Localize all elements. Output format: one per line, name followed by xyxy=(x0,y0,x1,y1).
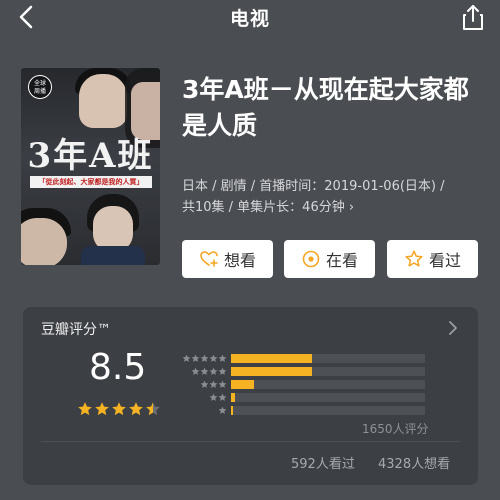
distribution-track xyxy=(231,393,425,402)
star-icon xyxy=(78,402,92,416)
rating-stars xyxy=(77,401,161,417)
poster-badge: 全球 周播 xyxy=(28,75,52,99)
star-icon xyxy=(218,367,227,375)
distribution-row xyxy=(173,353,433,365)
distribution-stars xyxy=(200,380,227,389)
watching-label: 在看 xyxy=(325,251,358,270)
distribution-row xyxy=(173,366,433,378)
distribution-track xyxy=(231,380,425,389)
share-icon xyxy=(463,5,483,30)
rating-source: 豆瓣评分™ xyxy=(41,322,111,338)
distribution-track xyxy=(231,406,425,415)
distribution-track xyxy=(231,367,425,376)
douban-rating-card[interactable]: 豆瓣评分™ 8.5 1650人评分 592人看过 4328人想看 xyxy=(23,307,478,485)
star-icon xyxy=(209,367,218,375)
share-button[interactable] xyxy=(458,2,488,32)
star-icon xyxy=(112,402,126,416)
poster-title: 3年A班 xyxy=(27,136,154,176)
watched-label: 看过 xyxy=(428,251,461,270)
poster-figure xyxy=(81,246,145,265)
distribution-row xyxy=(173,405,433,417)
star-icon xyxy=(200,367,209,375)
star-icon xyxy=(209,393,218,401)
distribution-row xyxy=(173,379,433,391)
want-to-watch-label: 想看 xyxy=(223,251,256,270)
action-buttons: 想看 在看 看过 xyxy=(182,240,482,280)
star-icon xyxy=(129,402,143,416)
star-icon xyxy=(209,354,218,362)
chevron-right-icon xyxy=(449,321,457,335)
star-icon xyxy=(146,402,160,416)
distribution-stars xyxy=(218,406,227,415)
show-title: 3年A班－从现在起大家都是人质 xyxy=(182,75,469,140)
star-icon xyxy=(218,354,227,362)
distribution-stars xyxy=(209,393,227,402)
distribution-stars xyxy=(191,367,227,376)
divider xyxy=(41,441,460,442)
want-count: 4328人想看 xyxy=(378,457,451,472)
watching-button[interactable]: 在看 xyxy=(284,240,375,278)
show-meta[interactable]: 日本 / 剧情 / 首播时间：2019-01-06(日本) / 共10集 / 单… xyxy=(182,176,482,218)
distribution-bar xyxy=(231,380,255,389)
distribution-bar xyxy=(231,406,233,415)
top-bar: 电视 xyxy=(0,0,500,36)
distribution-stars xyxy=(182,354,227,363)
meta-line-2: 共10集 / 单集片长：46分钟 xyxy=(182,200,345,215)
want-to-watch-button[interactable]: 想看 xyxy=(182,240,273,278)
star-icon xyxy=(218,393,227,401)
poster-tagline: 「從此刻起、大家都是我的人質」 xyxy=(30,176,152,188)
chevron-right-icon: › xyxy=(348,200,355,215)
target-icon xyxy=(302,250,320,268)
star-icon xyxy=(95,402,109,416)
distribution-row xyxy=(173,392,433,404)
watched-button[interactable]: 看过 xyxy=(387,240,478,278)
rating-score: 8.5 xyxy=(89,347,147,388)
heart-plus-icon xyxy=(200,251,218,267)
poster-figure xyxy=(79,74,127,128)
star-icon xyxy=(191,367,200,375)
rating-count: 1650人评分 xyxy=(362,422,429,436)
star-icon xyxy=(218,406,227,414)
star-icon xyxy=(209,380,218,388)
meta-line-1: 日本 / 剧情 / 首播时间：2019-01-06(日本) / xyxy=(182,179,445,194)
watched-count: 592人看过 xyxy=(291,457,355,472)
distribution-bar xyxy=(231,367,313,376)
star-icon xyxy=(218,380,227,388)
distribution-bar xyxy=(231,354,313,363)
star-icon xyxy=(191,354,200,362)
star-icon xyxy=(200,354,209,362)
rating-distribution xyxy=(173,353,433,418)
distribution-track xyxy=(231,354,425,363)
star-icon xyxy=(200,380,209,388)
distribution-bar xyxy=(231,393,235,402)
poster-image[interactable]: 3年A班 「從此刻起、大家都是我的人質」 全球 周播 xyxy=(21,68,160,265)
star-icon xyxy=(182,354,191,362)
page-title: 电视 xyxy=(229,8,270,30)
poster-figure xyxy=(21,218,67,265)
star-outline-icon xyxy=(405,250,423,267)
